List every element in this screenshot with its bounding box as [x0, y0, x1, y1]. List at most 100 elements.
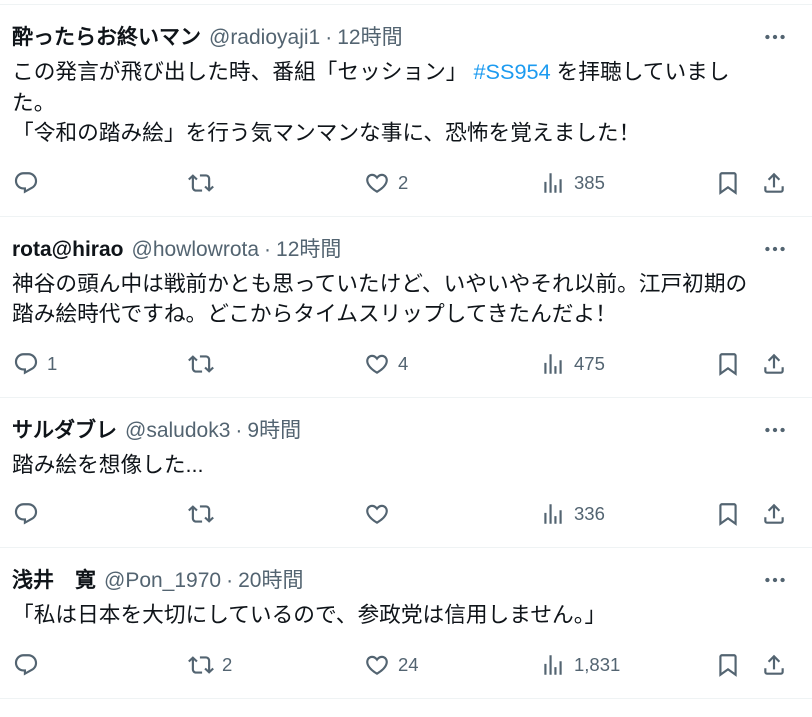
user-handle[interactable]: @radioyaji1	[209, 26, 320, 49]
bookmark-button[interactable]	[715, 344, 741, 384]
reply-button[interactable]: 1	[13, 344, 57, 384]
share-button[interactable]	[761, 645, 787, 685]
views-count: 1,831	[574, 653, 621, 675]
timestamp[interactable]: 20時間	[238, 569, 303, 592]
tweet-text: 「私は日本を大切にしているので、参政党は信用しません。」	[0, 600, 812, 631]
tweet-text: この発言が飛び出した時、番組「セッション」 #SS954 を拝聴していまし た。…	[0, 57, 812, 149]
like-button[interactable]: 2	[364, 163, 408, 203]
user-handle[interactable]: @howlowrota	[132, 238, 260, 261]
more-icon	[762, 567, 788, 593]
share-button[interactable]	[761, 494, 787, 534]
tweet-header: 酔ったらお終いマン @radioyaji1 · 12時間	[0, 22, 812, 53]
bookmark-button[interactable]	[715, 645, 741, 685]
display-name[interactable]: rota@hirao	[12, 238, 124, 261]
separator-dot: ·	[264, 237, 272, 261]
hashtag-link[interactable]: #SS954	[473, 59, 550, 84]
tweet-header: サルダブレ @saludok3 · 9時間	[0, 415, 812, 446]
bookmark-icon	[715, 652, 741, 678]
share-icon	[761, 652, 787, 678]
like-count: 4	[398, 352, 409, 374]
display-name[interactable]: 酔ったらお終いマン	[12, 26, 201, 49]
timestamp[interactable]: 9時間	[247, 419, 301, 442]
timestamp[interactable]: 12時間	[337, 26, 402, 49]
share-icon	[761, 170, 787, 196]
action-bar: 336	[0, 494, 812, 534]
more-options-button[interactable]	[762, 236, 788, 262]
reply-button[interactable]	[13, 645, 47, 685]
views-count: 336	[574, 503, 605, 524]
user-handle[interactable]: @saludok3	[125, 419, 230, 442]
retweet-button[interactable]	[188, 494, 222, 534]
like-button[interactable]: 24	[364, 645, 419, 685]
more-icon	[762, 236, 788, 262]
tweet-text: 神谷の頭ん中は戦前かとも思っていたけど、いやいやそれ以前。江戸初期の 踏み絵時代…	[0, 269, 812, 330]
heart-icon	[364, 652, 390, 678]
share-icon	[761, 351, 787, 377]
retweet-button[interactable]	[188, 163, 222, 203]
action-bar: 1 4 475	[0, 344, 812, 384]
views-icon	[540, 170, 566, 196]
tweet[interactable]: rota@hirao @howlowrota · 12時間 神谷の頭ん中は戦前かとも思…	[0, 217, 812, 398]
reply-icon	[13, 652, 39, 678]
like-button[interactable]: 4	[364, 344, 408, 384]
text-line: 神谷の頭ん中は戦前かとも思っていたけど、いやいやそれ以前。江戸初期の	[12, 270, 748, 296]
tweet[interactable]: サルダブレ @saludok3 · 9時間 踏み絵を想像した... 336	[0, 398, 812, 548]
separator-dot: ·	[235, 418, 243, 442]
bookmark-button[interactable]	[715, 494, 741, 534]
views-button[interactable]: 385	[540, 163, 605, 203]
timestamp[interactable]: 12時間	[276, 238, 341, 261]
reply-button[interactable]	[13, 163, 47, 203]
reply-count: 1	[47, 352, 58, 374]
views-icon	[540, 501, 566, 527]
action-bar: 2 24 1,831	[0, 645, 812, 685]
more-options-button[interactable]	[762, 567, 788, 593]
text-line: 踏み絵時代ですね。どこからタイムスリップしてきたんだよ！	[12, 301, 617, 326]
text-line: 「私は日本を大切にしているので、参政党は信用しません。」	[12, 602, 607, 627]
like-count: 24	[398, 653, 419, 675]
retweet-button[interactable]: 2	[188, 645, 232, 685]
retweet-icon	[188, 351, 214, 377]
heart-icon	[364, 351, 390, 377]
text-segment: を拝聴していまし	[550, 59, 730, 84]
retweet-count: 2	[222, 653, 233, 675]
tweet[interactable]: 酔ったらお終いマン @radioyaji1 · 12時間 この発言が飛び出した時、番組…	[0, 4, 812, 217]
reply-button[interactable]	[13, 494, 47, 534]
views-count: 475	[574, 352, 605, 374]
views-icon	[540, 652, 566, 678]
display-name[interactable]: サルダブレ	[12, 419, 117, 442]
text-line: 「令和の踏み絵」を行う気マンマンな事に、恐怖を覚えました！	[12, 120, 641, 145]
more-options-button[interactable]	[762, 24, 788, 50]
text-segment: この発言が飛び出した時、番組「セッション」	[12, 59, 474, 84]
reply-icon	[13, 501, 39, 527]
action-bar: 2 385	[0, 163, 812, 203]
reply-timeline: 酔ったらお終いマン @radioyaji1 · 12時間 この発言が飛び出した時、番組…	[0, 0, 812, 699]
retweet-icon	[188, 501, 214, 527]
like-button[interactable]	[364, 494, 398, 534]
views-button[interactable]: 1,831	[540, 645, 620, 685]
views-count: 385	[574, 171, 605, 193]
bookmark-icon	[715, 351, 741, 377]
tweet-header: rota@hirao @howlowrota · 12時間	[0, 234, 812, 265]
heart-icon	[364, 170, 390, 196]
share-button[interactable]	[761, 344, 787, 384]
bookmark-icon	[715, 170, 741, 196]
like-count: 2	[398, 171, 409, 193]
tweet-header: 浅井 寛 @Pon_1970 · 20時間	[0, 565, 812, 596]
views-button[interactable]: 475	[540, 344, 605, 384]
views-button[interactable]: 336	[540, 494, 605, 534]
heart-icon	[364, 501, 390, 527]
retweet-button[interactable]	[188, 344, 222, 384]
more-icon	[762, 417, 788, 443]
bookmark-button[interactable]	[715, 163, 741, 203]
separator-dot: ·	[325, 26, 333, 49]
retweet-icon	[188, 652, 214, 678]
reply-icon	[13, 170, 39, 196]
user-handle[interactable]: @Pon_1970	[104, 569, 221, 592]
tweet-text: 踏み絵を想像した...	[0, 450, 812, 481]
separator-dot: ·	[226, 569, 234, 592]
more-options-button[interactable]	[762, 417, 788, 443]
display-name[interactable]: 浅井 寛	[12, 569, 96, 592]
share-button[interactable]	[761, 163, 787, 203]
retweet-icon	[188, 170, 214, 196]
tweet[interactable]: 浅井 寛 @Pon_1970 · 20時間 「私は日本を大切にしているので、参政党は信…	[0, 548, 812, 699]
